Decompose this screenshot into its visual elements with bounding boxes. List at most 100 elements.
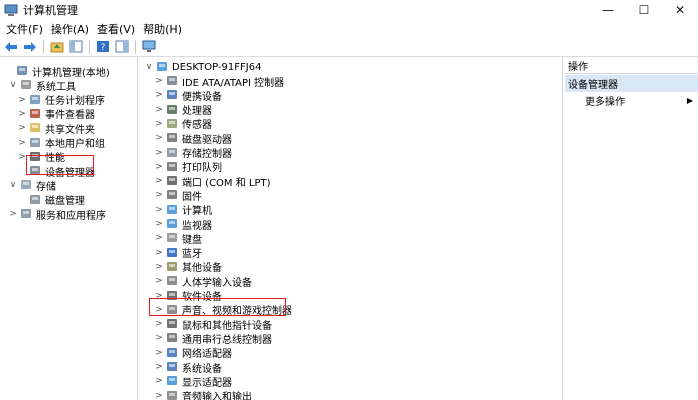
device-category[interactable]: > 存储控制器 <box>154 146 232 160</box>
device-category[interactable]: > 打印队列 <box>154 160 222 174</box>
expand-chevron-icon[interactable]: > <box>154 176 164 186</box>
device-category[interactable]: > 系统设备 <box>154 360 222 375</box>
network-adapter-icon <box>166 347 179 359</box>
device-category-label: 传感器 <box>182 120 212 132</box>
expand-toggle-icon[interactable]: ∨ <box>8 80 18 90</box>
device-manager-highlight <box>26 155 94 175</box>
device-category[interactable]: > 磁盘驱动器 <box>154 131 232 146</box>
expand-chevron-icon[interactable]: > <box>154 105 164 115</box>
up-level-button[interactable] <box>49 39 65 55</box>
help-button[interactable]: ? <box>95 39 111 55</box>
device-category-label: 显示适配器 <box>182 377 232 389</box>
device-category[interactable]: > 便携设备 <box>154 88 222 103</box>
expand-toggle-icon[interactable]: > <box>17 138 27 148</box>
expand-chevron-icon[interactable]: > <box>154 90 164 100</box>
device-root[interactable]: ∨ DESKTOP-91FFJ64 <box>144 60 262 74</box>
show-hide-tree-button[interactable] <box>68 39 84 55</box>
monitor-icon <box>166 218 179 230</box>
expand-chevron-icon[interactable]: > <box>154 205 164 215</box>
tree-item[interactable]: > 本地用户和组 <box>17 136 105 150</box>
computer-icon <box>166 204 179 216</box>
expand-chevron-icon[interactable]: > <box>154 148 164 158</box>
device-category[interactable]: > 处理器 <box>154 103 212 117</box>
device-category[interactable]: > 监视器 <box>154 217 212 232</box>
tree-item[interactable]: > 共享文件夹 <box>17 121 95 136</box>
expand-chevron-icon[interactable]: > <box>154 248 164 258</box>
device-category[interactable]: > 鼠标和其他指针设备 <box>154 317 272 332</box>
menu-view[interactable]: 查看(V) <box>95 21 141 37</box>
device-category[interactable]: > 计算机 <box>154 203 212 217</box>
expand-toggle-icon[interactable]: > <box>17 109 27 119</box>
svg-text:?: ? <box>101 43 106 53</box>
device-category[interactable]: > 网络适配器 <box>154 346 232 360</box>
event-viewer-icon <box>29 108 42 120</box>
show-action-pane-button[interactable] <box>114 39 130 55</box>
device-category-label: 便携设备 <box>182 91 222 103</box>
expand-chevron-icon[interactable]: > <box>154 348 164 358</box>
tree-item[interactable]: ∨ 存储 <box>8 178 56 193</box>
monitor-button[interactable] <box>141 39 157 55</box>
menu-action[interactable]: 操作(A) <box>49 21 95 37</box>
expand-chevron-icon[interactable]: > <box>154 319 164 329</box>
processor-icon <box>166 104 179 116</box>
tree-item[interactable]: > 服务和应用程序 <box>8 207 106 222</box>
menu-bar: 文件(F) 操作(A) 查看(V) 帮助(H) <box>0 20 698 37</box>
back-button[interactable] <box>3 39 19 55</box>
device-category[interactable]: > IDE ATA/ATAPI 控制器 <box>154 74 284 89</box>
expand-chevron-icon[interactable]: > <box>154 190 164 200</box>
tree-item[interactable]: ∨ 系统工具 <box>8 78 76 93</box>
close-button[interactable]: ✕ <box>662 0 698 20</box>
device-category-label: 监视器 <box>182 220 212 232</box>
expand-chevron-icon[interactable]: > <box>154 162 164 172</box>
expand-toggle-icon[interactable]: > <box>8 209 18 219</box>
expand-chevron-icon[interactable]: > <box>154 333 164 343</box>
maximize-button[interactable]: ☐ <box>626 0 662 20</box>
device-category[interactable]: > 显示适配器 <box>154 374 232 389</box>
actions-section-device-manager[interactable]: 设备管理器 <box>565 75 698 92</box>
action-pane-icon <box>115 40 129 53</box>
expand-chevron-icon[interactable]: > <box>154 133 164 143</box>
expand-toggle-icon[interactable]: ∨ <box>8 180 18 190</box>
back-arrow-icon <box>5 41 17 52</box>
device-category-label: 存储控制器 <box>182 149 232 160</box>
expand-toggle-icon[interactable]: > <box>17 95 27 105</box>
expand-chevron-icon[interactable]: > <box>154 219 164 229</box>
device-category[interactable]: > 通用串行总线控制器 <box>154 331 272 346</box>
tree-item[interactable]: 计算机管理(本地) <box>4 64 110 79</box>
device-category[interactable]: > 固件 <box>154 188 202 203</box>
disk-drive-icon <box>166 132 179 144</box>
device-category[interactable]: > 音频输入和输出 <box>154 389 252 400</box>
device-category[interactable]: > 端口 (COM 和 LPT) <box>154 174 271 189</box>
expand-chevron-icon[interactable]: > <box>154 376 164 386</box>
device-category[interactable]: > 其他设备 <box>154 260 222 274</box>
actions-header: 操作 <box>565 57 698 74</box>
expand-chevron-icon[interactable]: > <box>154 276 164 286</box>
tree-item-label: 共享文件夹 <box>45 124 95 136</box>
portable-device-icon <box>166 89 179 101</box>
device-category[interactable]: > 蓝牙 <box>154 246 202 260</box>
menu-help[interactable]: 帮助(H) <box>141 21 188 37</box>
other-devices-icon <box>166 261 179 273</box>
menu-file[interactable]: 文件(F) <box>4 21 49 37</box>
expand-toggle-icon[interactable]: > <box>17 123 27 133</box>
minimize-button[interactable]: — <box>590 0 626 20</box>
device-category[interactable]: > 传感器 <box>154 117 212 131</box>
expand-chevron-icon[interactable]: > <box>154 119 164 129</box>
device-category[interactable]: > 键盘 <box>154 231 202 246</box>
tree-item-label: 磁盘管理 <box>45 196 85 208</box>
device-category[interactable]: > 人体学输入设备 <box>154 274 252 289</box>
tree-item[interactable]: > 任务计划程序 <box>17 93 105 107</box>
expand-toggle-icon[interactable]: ∨ <box>144 62 154 72</box>
toolbar-separator <box>89 39 90 54</box>
more-actions[interactable]: 更多操作 ▶ <box>565 93 698 108</box>
device-category-label: 蓝牙 <box>182 249 202 261</box>
expand-chevron-icon[interactable]: > <box>154 262 164 272</box>
expand-chevron-icon[interactable]: > <box>154 233 164 243</box>
tree-item[interactable]: 磁盘管理 <box>17 193 85 207</box>
expand-chevron-icon[interactable]: > <box>154 391 164 400</box>
device-category-label: 鼠标和其他指针设备 <box>182 320 272 332</box>
expand-chevron-icon[interactable]: > <box>154 362 164 372</box>
tree-item[interactable]: > 事件查看器 <box>17 107 95 121</box>
expand-chevron-icon[interactable]: > <box>154 76 164 86</box>
forward-button[interactable] <box>22 39 38 55</box>
